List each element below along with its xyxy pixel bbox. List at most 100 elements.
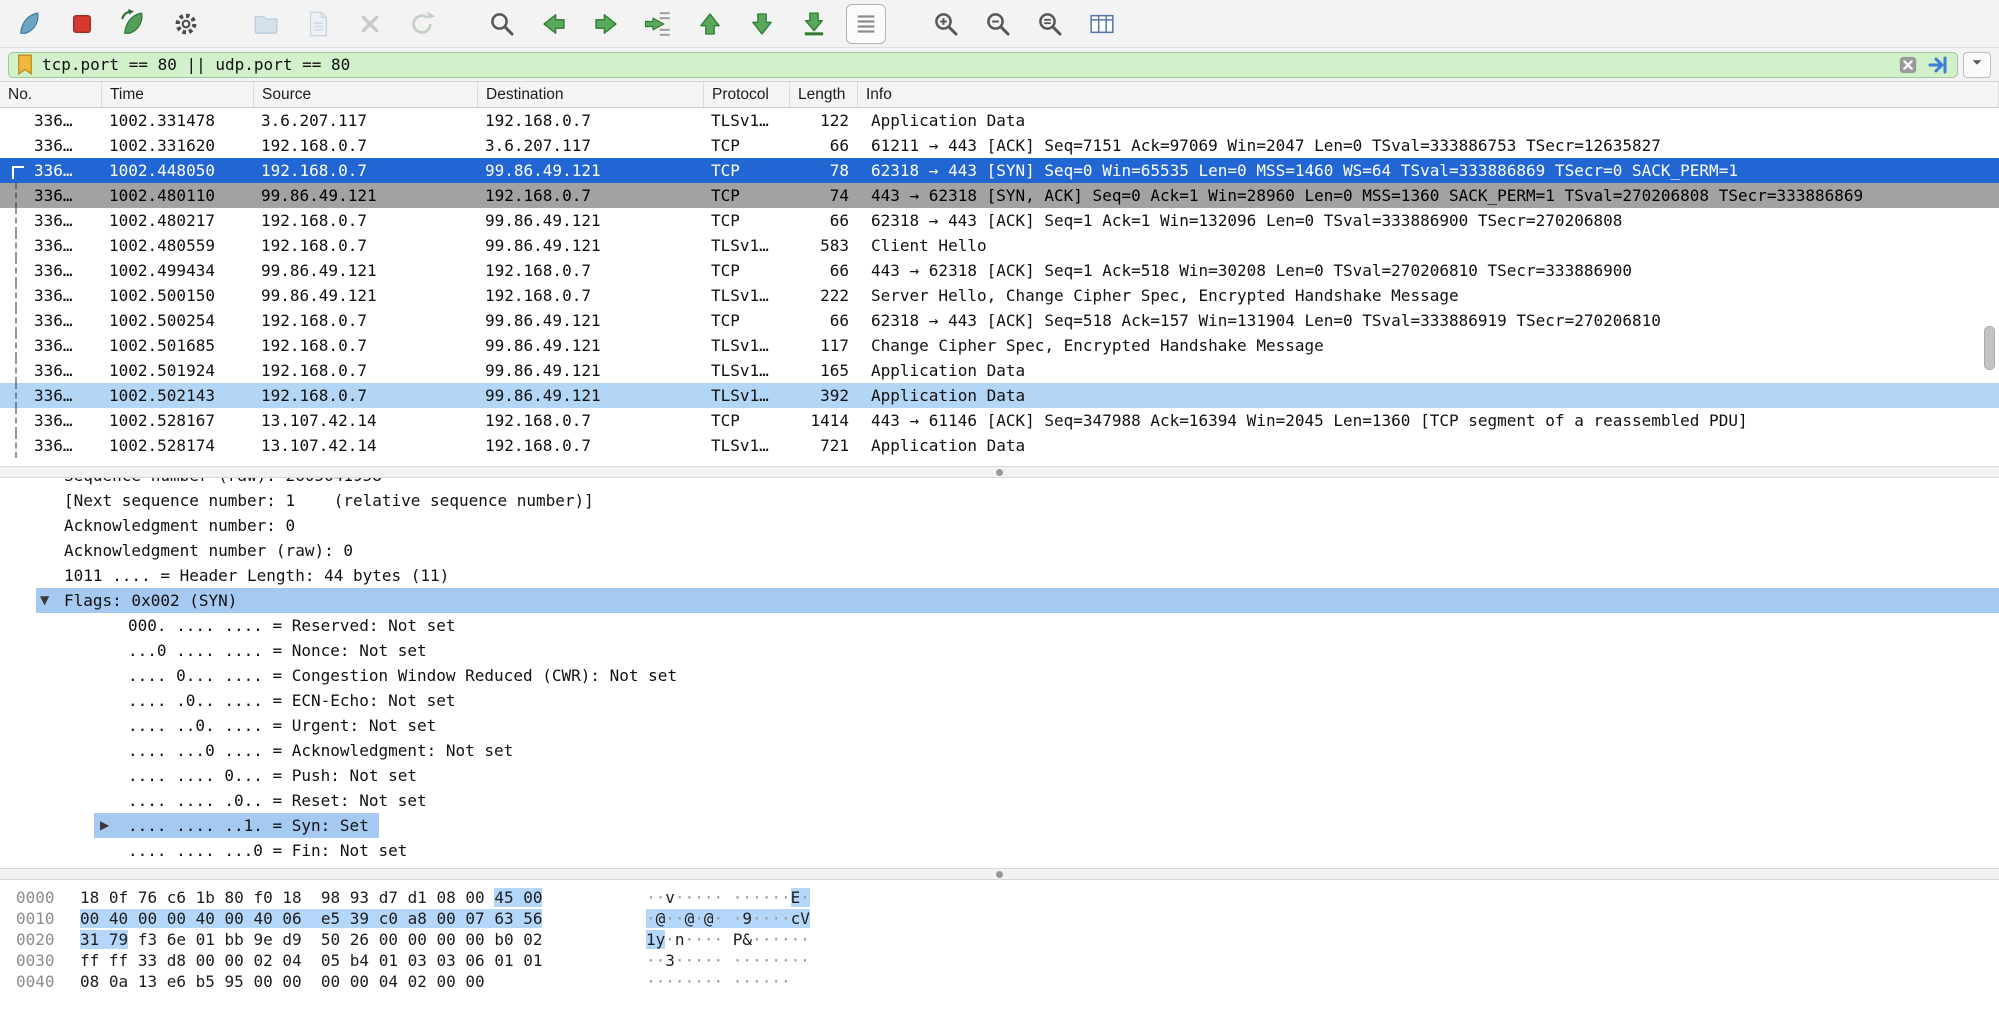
go-to-packet-icon — [643, 9, 673, 39]
find-packet-icon — [487, 9, 517, 39]
hex-offset: 0020 — [16, 929, 55, 950]
main-toolbar — [0, 0, 1999, 48]
packet-row[interactable]: 336…1002.52816713.107.42.14192.168.0.7TC… — [0, 408, 1999, 433]
go-next-packet-button[interactable] — [586, 4, 626, 44]
detail-row-text: Sequence number (raw): 2605041958 — [64, 478, 382, 488]
expander-open-icon[interactable]: ▼ — [40, 588, 49, 613]
detail-row[interactable]: .... .... .0.. = Reset: Not set — [0, 788, 1999, 813]
stream-line-marker-icon — [15, 233, 17, 258]
packet-row[interactable]: 336…1002.52817413.107.42.14192.168.0.7TL… — [0, 433, 1999, 458]
packet-row[interactable]: 336…1002.480217192.168.0.799.86.49.121TC… — [0, 208, 1999, 233]
filter-bookmark-icon[interactable] — [17, 54, 33, 76]
packet-row[interactable]: 336…1002.502143192.168.0.799.86.49.121TL… — [0, 383, 1999, 408]
detail-row-text: Flags: 0x002 (SYN) — [64, 588, 237, 613]
packet-row[interactable]: 336…1002.50015099.86.49.121192.168.0.7TL… — [0, 283, 1999, 308]
hex-dump-row[interactable]: 004008 0a 13 e6 b5 95 00 00 00 00 04 02 … — [0, 971, 1999, 992]
packet-row[interactable]: 336…1002.480559192.168.0.799.86.49.121TL… — [0, 233, 1999, 258]
resize-columns-icon — [1087, 9, 1117, 39]
hex-offset: 0030 — [16, 950, 55, 971]
detail-row[interactable]: [Next sequence number: 1 (relative seque… — [0, 488, 1999, 513]
hex-ascii: ··3····· ········ — [646, 950, 810, 971]
detail-row[interactable]: .... .... ...0 = Fin: Not set — [0, 838, 1999, 863]
restart-capture-icon — [119, 9, 149, 39]
packet-row[interactable]: 336…1002.501685192.168.0.799.86.49.121TL… — [0, 333, 1999, 358]
column-header-info[interactable]: Info — [858, 82, 1999, 107]
packet-row[interactable]: 336…1002.501924192.168.0.799.86.49.121TL… — [0, 358, 1999, 383]
column-header-protocol[interactable]: Protocol — [704, 82, 790, 107]
detail-row-text: .... ..0. .... = Urgent: Not set — [128, 713, 436, 738]
detail-row[interactable]: 000. .... .... = Reserved: Not set — [0, 613, 1999, 638]
list-details-splitter[interactable] — [0, 466, 1999, 478]
go-to-bottom-button[interactable] — [794, 4, 834, 44]
zoom-out-icon — [983, 9, 1013, 39]
details-bytes-splitter[interactable] — [0, 868, 1999, 880]
filter-history-dropdown[interactable] — [1963, 52, 1991, 78]
zoom-in-button[interactable] — [926, 4, 966, 44]
stop-capture-icon — [67, 9, 97, 39]
column-header-source[interactable]: Source — [254, 82, 478, 107]
capture-options-icon — [171, 9, 201, 39]
detail-row-text: Acknowledgment number: 0 — [64, 513, 295, 538]
hex-bytes: 18 0f 76 c6 1b 80 f0 18 98 93 d7 d1 08 0… — [80, 887, 542, 908]
display-filter-input[interactable]: tcp.port == 80 || udp.port == 80 — [8, 52, 1958, 78]
filter-apply-icon[interactable] — [1927, 54, 1949, 76]
detail-row-text: .... .... ...0 = Fin: Not set — [128, 838, 407, 863]
packet-row[interactable]: 336…1002.500254192.168.0.799.86.49.121TC… — [0, 308, 1999, 333]
hex-ascii: 1y·n···· P&······ — [646, 929, 810, 950]
detail-row[interactable]: ▶.... .... ..1. = Syn: Set — [0, 813, 1999, 838]
column-header-destination[interactable]: Destination — [478, 82, 704, 107]
stop-capture-button[interactable] — [62, 4, 102, 44]
expander-closed-icon[interactable]: ▶ — [100, 813, 109, 838]
zoom-in-icon — [931, 9, 961, 39]
detail-row[interactable]: .... .... 0... = Push: Not set — [0, 763, 1999, 788]
detail-row[interactable]: Acknowledgment number: 0 — [0, 513, 1999, 538]
go-previous-packet-button[interactable] — [534, 4, 574, 44]
hex-dump-row[interactable]: 0030ff ff 33 d8 00 00 02 04 05 b4 01 03 … — [0, 950, 1999, 971]
capture-options-button[interactable] — [166, 4, 206, 44]
detail-row[interactable]: .... ..0. .... = Urgent: Not set — [0, 713, 1999, 738]
zoom-out-button[interactable] — [978, 4, 1018, 44]
detail-row[interactable]: Acknowledgment number (raw): 0 — [0, 538, 1999, 563]
column-header-length[interactable]: Length — [790, 82, 858, 107]
column-header-time[interactable]: Time — [102, 82, 254, 107]
detail-row[interactable]: 1011 .... = Header Length: 44 bytes (11) — [0, 563, 1999, 588]
go-to-bottom-icon — [799, 9, 829, 39]
column-header-no[interactable]: No. — [0, 82, 102, 107]
stream-line-marker-icon — [15, 408, 17, 433]
filter-clear-icon[interactable] — [1898, 55, 1918, 75]
packet-row[interactable]: 336…1002.3314783.6.207.117192.168.0.7TLS… — [0, 108, 1999, 133]
detail-row-text: ...0 .... .... = Nonce: Not set — [128, 638, 427, 663]
detail-row[interactable]: ▼ Flags: 0x002 (SYN) — [0, 588, 1999, 613]
packet-row[interactable]: 336…1002.448050192.168.0.799.86.49.121TC… — [0, 158, 1999, 183]
go-first-packet-icon — [695, 9, 725, 39]
stream-line-marker-icon — [15, 383, 17, 408]
hex-dump-row[interactable]: 002031 79 f3 6e 01 bb 9e d9 50 26 00 00 … — [0, 929, 1999, 950]
detail-row[interactable]: .... ...0 .... = Acknowledgment: Not set — [0, 738, 1999, 763]
reload-capture-file-button — [402, 4, 442, 44]
hex-dump-row[interactable]: 001000 40 00 00 40 00 40 06 e5 39 c0 a8 … — [0, 908, 1999, 929]
go-last-packet-icon — [747, 9, 777, 39]
find-packet-button[interactable] — [482, 4, 522, 44]
go-to-packet-button[interactable] — [638, 4, 678, 44]
packet-details-pane: Sequence number (raw): 2605041958[Next s… — [0, 478, 1999, 868]
packet-row[interactable]: 336…1002.48011099.86.49.121192.168.0.7TC… — [0, 183, 1999, 208]
restart-capture-button[interactable] — [114, 4, 154, 44]
packet-list-scrollbar[interactable] — [1984, 326, 1995, 370]
detail-row-text: 000. .... .... = Reserved: Not set — [128, 613, 456, 638]
reload-capture-file-icon — [407, 9, 437, 39]
detail-row[interactable]: ...0 .... .... = Nonce: Not set — [0, 638, 1999, 663]
zoom-100-button[interactable] — [1030, 4, 1070, 44]
go-last-packet-button[interactable] — [742, 4, 782, 44]
detail-row[interactable]: Sequence number (raw): 2605041958 — [0, 478, 1999, 488]
stream-line-marker-icon — [15, 358, 17, 383]
detail-row[interactable]: .... .0.. .... = ECN-Echo: Not set — [0, 688, 1999, 713]
packet-row[interactable]: 336…1002.331620192.168.0.73.6.207.117TCP… — [0, 133, 1999, 158]
start-capture-button[interactable] — [10, 4, 50, 44]
display-filter-value[interactable]: tcp.port == 80 || udp.port == 80 — [42, 55, 1889, 74]
detail-row[interactable]: .... 0... .... = Congestion Window Reduc… — [0, 663, 1999, 688]
hex-dump-row[interactable]: 000018 0f 76 c6 1b 80 f0 18 98 93 d7 d1 … — [0, 887, 1999, 908]
go-first-packet-button[interactable] — [690, 4, 730, 44]
auto-scroll-button[interactable] — [846, 4, 886, 44]
resize-columns-button[interactable] — [1082, 4, 1122, 44]
packet-row[interactable]: 336…1002.49943499.86.49.121192.168.0.7TC… — [0, 258, 1999, 283]
